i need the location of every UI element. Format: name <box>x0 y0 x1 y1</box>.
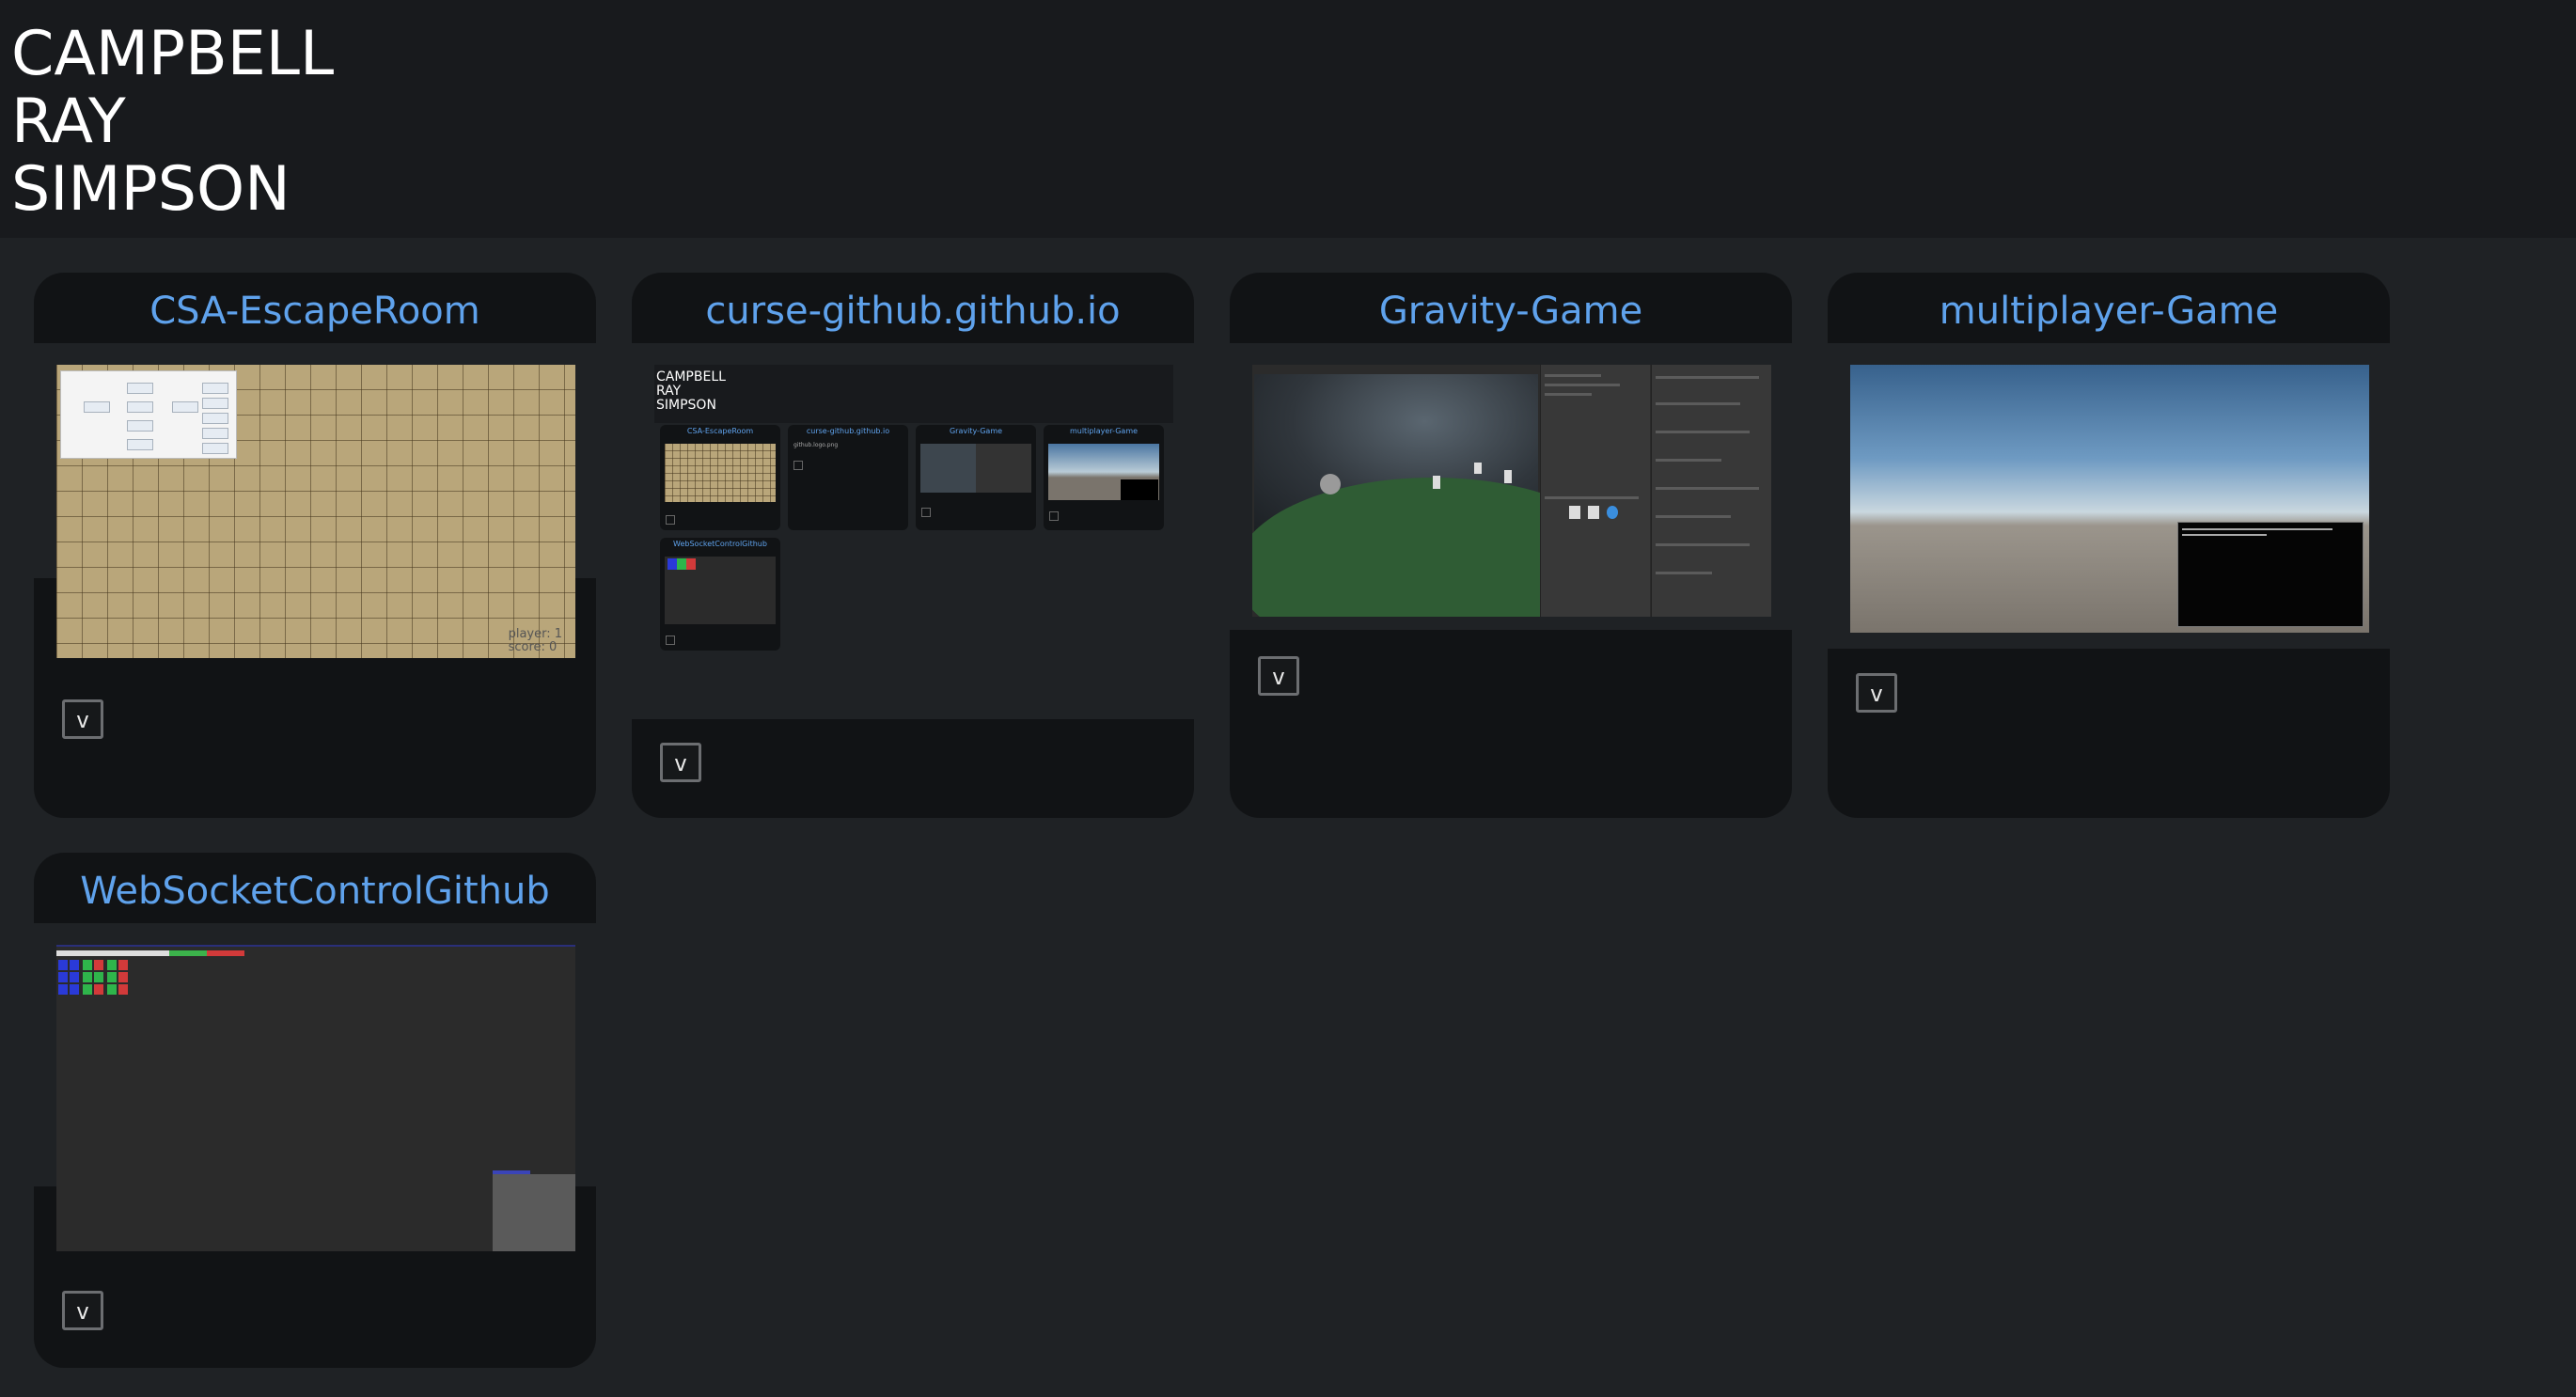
mini-card: CSA-EscapeRoom <box>660 425 780 530</box>
mini-card: multiplayer-Game <box>1044 425 1164 530</box>
hud-score: score: 0 <box>508 640 558 654</box>
game-scene-view <box>1252 374 1630 617</box>
expand-toggle-button[interactable]: v <box>62 1291 103 1330</box>
mini-card: WebSocketControlGithub <box>660 538 780 651</box>
project-screenshot[interactable] <box>1850 365 2369 633</box>
game-console-overlay <box>2177 522 2364 627</box>
project-screenshot[interactable]: CAMPBELL RAY SIMPSON CSA-EscapeRoom curs… <box>654 365 1173 703</box>
project-title-link[interactable]: curse-github.github.io <box>632 273 1194 343</box>
project-card-curse-github: curse-github.github.io CAMPBELL RAY SIMP… <box>632 273 1194 818</box>
mini-header: CAMPBELL RAY SIMPSON <box>654 365 1173 423</box>
screenshot-grid-panel <box>493 1170 575 1251</box>
name-line-last: SIMPSON <box>11 154 291 225</box>
project-card-csa-escaperoom: CSA-EscapeRoom player: 1 score: 0 v <box>34 273 596 818</box>
expand-toggle-button[interactable]: v <box>1258 656 1299 696</box>
project-title-link[interactable]: CSA-EscapeRoom <box>34 273 596 343</box>
screenshot-menu-window <box>60 370 237 459</box>
expand-toggle-button[interactable]: v <box>660 743 701 782</box>
page-title: CAMPBELL RAY SIMPSON <box>11 21 334 224</box>
name-line-first: CAMPBELL <box>11 19 335 89</box>
project-title-link[interactable]: multiplayer-Game <box>1828 273 2390 343</box>
expand-toggle-button[interactable]: v <box>1856 673 1897 713</box>
screenshot-hud: player: 1 score: 0 <box>509 628 562 654</box>
project-screenshot[interactable]: player: 1 score: 0 <box>56 365 575 658</box>
name-line-middle: RAY <box>11 86 126 157</box>
project-screenshot[interactable] <box>56 945 575 1251</box>
hud-player: player: 1 <box>508 627 562 641</box>
editor-hierarchy-panel <box>1540 365 1650 617</box>
project-card-gravity-game: Gravity-Game v <box>1230 273 1792 818</box>
editor-inspector-panel <box>1651 365 1771 617</box>
expand-toggle-button[interactable]: v <box>62 699 103 739</box>
project-screenshot[interactable] <box>1252 365 1771 617</box>
mini-card: curse-github.github.io github.logo.png <box>788 425 908 530</box>
project-card-websocketcontrolgithub: WebSocketControlGithub v <box>34 853 596 1368</box>
project-title-link[interactable]: Gravity-Game <box>1230 273 1792 343</box>
page-header: CAMPBELL RAY SIMPSON <box>0 0 2576 238</box>
mini-name: CAMPBELL RAY SIMPSON <box>656 369 726 413</box>
project-title-link[interactable]: WebSocketControlGithub <box>34 853 596 923</box>
mini-card: Gravity-Game <box>916 425 1036 530</box>
project-card-multiplayer-game: multiplayer-Game v <box>1828 273 2390 818</box>
